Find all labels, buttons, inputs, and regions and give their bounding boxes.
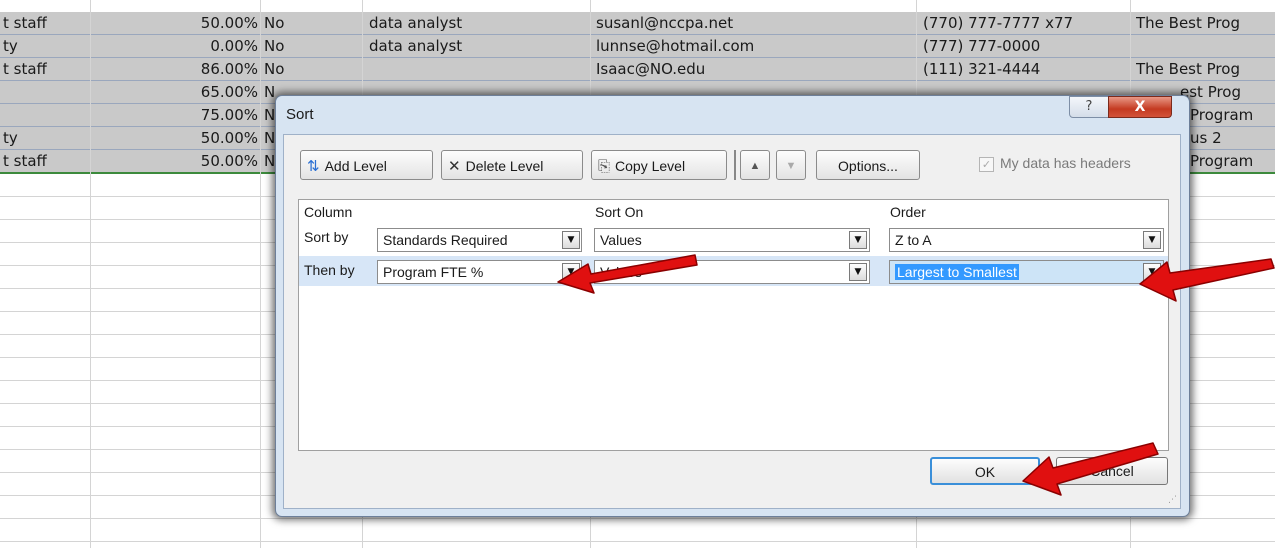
annotation-arrows <box>557 254 1275 496</box>
red-arrow-icon <box>1022 442 1159 496</box>
red-arrow-icon <box>1139 258 1275 302</box>
red-arrow-icon <box>557 254 698 294</box>
